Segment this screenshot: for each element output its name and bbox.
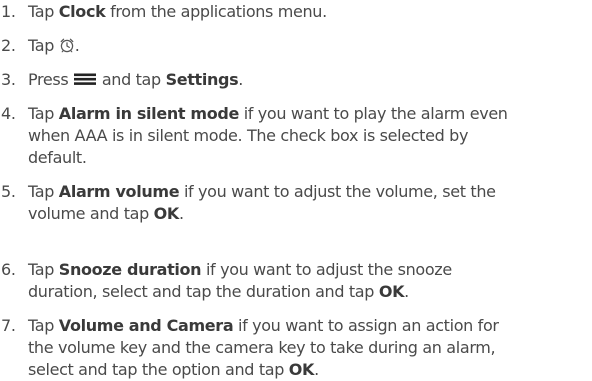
ui-term: OK: [288, 360, 315, 379]
step-number: 2.: [1, 36, 16, 55]
step-line: Tap Snooze duration if you want to adjus…: [28, 259, 452, 281]
step-text: Tap Clock from the applications menu.: [28, 1, 327, 23]
step-line: default.: [28, 147, 508, 169]
step-line: volume and tap OK.: [28, 203, 496, 225]
ui-term: Clock: [58, 2, 106, 21]
instruction-text: Tap: [28, 2, 59, 21]
instruction-text: Tap: [28, 104, 59, 123]
instruction-text: Tap: [28, 260, 59, 279]
instruction-text: Tap: [28, 36, 59, 55]
ui-term: Volume and Camera: [58, 316, 234, 335]
instruction-text: default.: [28, 148, 87, 167]
ui-term: OK: [153, 204, 180, 223]
instruction-text: when AAA is in silent mode. The check bo…: [28, 126, 469, 145]
step-text: Press and tap Settings.: [28, 69, 243, 91]
step-number: 4.: [1, 104, 16, 123]
step-1: 1. Tap Clock from the applications menu.: [0, 1, 592, 23]
step-2: 2. Tap .: [0, 35, 592, 57]
step-text: Tap Alarm in silent mode if you want to …: [28, 103, 508, 169]
instruction-text: Tap: [28, 182, 59, 201]
instruction-text: if you want to assign an action for: [233, 316, 499, 335]
step-line: Tap Alarm in silent mode if you want to …: [28, 103, 508, 125]
step-5: 5. Tap Alarm volume if you want to adjust…: [0, 181, 592, 225]
ui-term: Alarm volume: [58, 182, 180, 201]
instruction-text: Press: [28, 70, 74, 89]
ui-term: OK: [378, 282, 405, 301]
step-number: 5.: [1, 182, 16, 201]
instruction-text: from the applications menu.: [105, 2, 327, 21]
alarm-clock-icon: [59, 37, 75, 59]
instruction-text: .: [314, 360, 319, 379]
step-text: Tap .: [28, 35, 80, 57]
step-text: Tap Volume and Camera if you want to ass…: [28, 315, 499, 381]
ui-term: Snooze duration: [58, 260, 202, 279]
step-text: Tap Alarm volume if you want to adjust t…: [28, 181, 496, 225]
step-line: select and tap the option and tap OK.: [28, 359, 499, 381]
step-4: 4. Tap Alarm in silent mode if you want t…: [0, 103, 592, 169]
instruction-text: .: [404, 282, 409, 301]
ui-term: Settings: [165, 70, 239, 89]
step-line: Press and tap Settings.: [28, 69, 243, 91]
step-number: 1.: [1, 2, 16, 21]
step-number: 7.: [1, 316, 16, 335]
instruction-text: if you want to play the alarm even: [238, 104, 508, 123]
step-7: 7. Tap Volume and Camera if you want to a…: [0, 315, 592, 381]
ui-term: Alarm in silent mode: [58, 104, 240, 123]
instruction-text: the volume key and the camera key to tak…: [28, 338, 496, 357]
step-line: Tap Alarm volume if you want to adjust t…: [28, 181, 496, 203]
instruction-text: Tap: [28, 316, 59, 335]
step-line: Tap Clock from the applications menu.: [28, 1, 327, 23]
instruction-text: select and tap the option and tap: [28, 360, 289, 379]
step-text: Tap Snooze duration if you want to adjus…: [28, 259, 452, 303]
instruction-text: .: [178, 204, 184, 223]
instruction-text: duration, select and tap the duration an…: [28, 282, 379, 301]
instruction-text: volume and tap: [28, 204, 154, 223]
step-line: the volume key and the camera key to tak…: [28, 337, 499, 359]
step-3: 3. Press and tap Settings.: [0, 69, 592, 91]
instruction-text: and tap: [97, 70, 166, 89]
step-line: when AAA is in silent mode. The check bo…: [28, 125, 508, 147]
instruction-text: if you want to adjust the volume, set th…: [179, 182, 496, 201]
step-line: Tap Volume and Camera if you want to ass…: [28, 315, 499, 337]
step-number: 6.: [1, 260, 16, 279]
step-line: Tap .: [28, 35, 80, 57]
step-line: duration, select and tap the duration an…: [28, 281, 452, 303]
step-6: 6. Tap Snooze duration if you want to adj…: [0, 259, 592, 303]
menu-icon: [73, 71, 97, 93]
instruction-text: .: [74, 36, 80, 55]
step-number: 3.: [1, 70, 16, 89]
instruction-text: if you want to adjust the snooze: [201, 260, 452, 279]
instruction-text: .: [238, 70, 244, 89]
